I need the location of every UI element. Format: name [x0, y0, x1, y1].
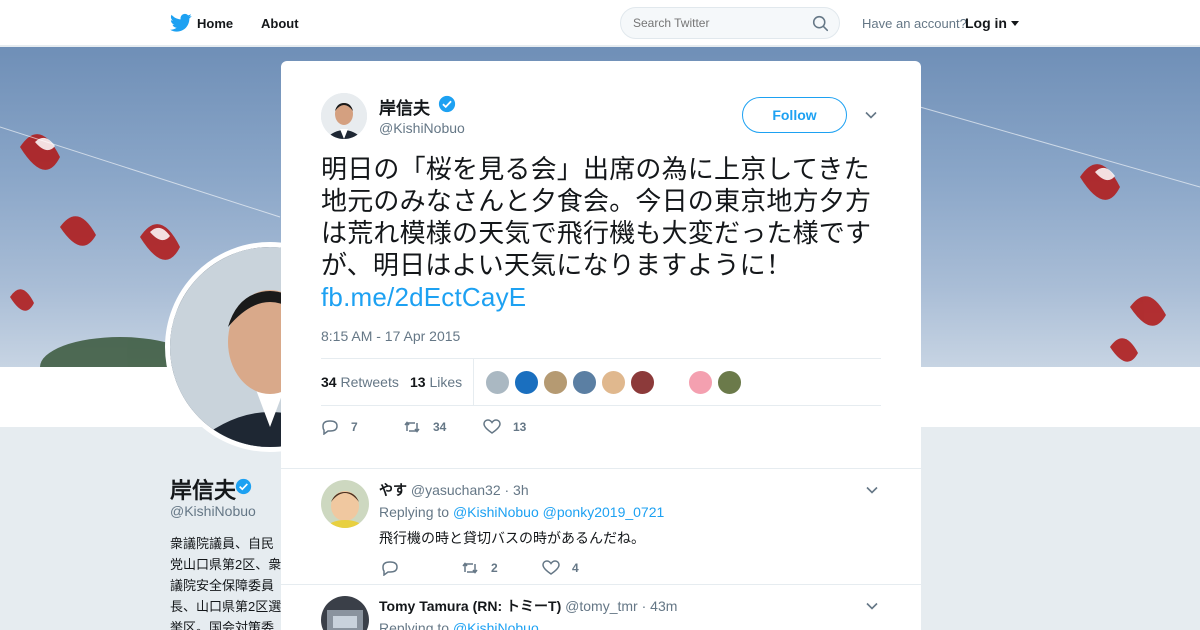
retweets-stat[interactable]: 34 Retweets	[321, 374, 399, 390]
reply-time[interactable]: · 3h	[505, 482, 529, 498]
reply-action[interactable]	[381, 558, 411, 578]
reply-author-handle[interactable]: @yasuchan32	[411, 482, 501, 498]
like-count: 4	[572, 561, 579, 575]
retweets-count[interactable]: 34	[321, 374, 337, 390]
verified-badge-icon	[235, 478, 252, 495]
retweeter-avatar[interactable]	[601, 370, 626, 395]
like-action[interactable]: 13	[483, 417, 526, 437]
search-icon[interactable]	[812, 15, 829, 32]
replying-to-label: Replying to	[379, 620, 450, 630]
author-handle[interactable]: @KishiNobuo	[379, 120, 465, 136]
follow-button[interactable]: Follow	[742, 97, 847, 133]
reply-icon[interactable]	[321, 419, 339, 435]
author-avatar[interactable]	[321, 93, 367, 139]
reply-count: 7	[351, 420, 358, 434]
reply-action[interactable]: 7	[321, 417, 358, 437]
background-profile-name: 岸信夫	[170, 478, 237, 503]
tweet-body: 明日の「桜を見る会」出席の為に上京してきた地元のみなさんと夕食会。今日の東京地方…	[321, 154, 872, 280]
retweet-icon[interactable]	[461, 560, 479, 576]
close-icon[interactable]	[1155, 13, 1177, 35]
nav-about-link[interactable]: About	[261, 16, 299, 31]
mention-link[interactable]: @KishiNobuo	[453, 620, 539, 630]
stats-divider	[473, 359, 474, 405]
search-input[interactable]	[633, 16, 803, 30]
reply-author-avatar[interactable]	[321, 596, 369, 630]
login-label[interactable]: Log in	[965, 15, 1007, 31]
mention-link[interactable]: @ponky2019_0721	[543, 504, 665, 520]
background-profile-bio: 衆議院議員、自民党山口県第2区、衆議院安全保障委員長、山口県第2区選挙区。国会対…	[170, 536, 282, 630]
retweet-count: 2	[491, 561, 498, 575]
replying-to-label: Replying to	[379, 504, 450, 520]
reply-author-name[interactable]: Tomy Tamura (RN: トミーT)	[379, 598, 561, 614]
reply-tweet[interactable]: Tomy Tamura (RN: トミーT) @tomy_tmr · 43m R…	[281, 584, 921, 630]
nav-home-link[interactable]: Home	[197, 16, 233, 31]
tweet-text: 明日の「桜を見る会」出席の為に上京してきた地元のみなさんと夕食会。今日の東京地方…	[321, 153, 881, 313]
replying-to: Replying to @KishiNobuo	[379, 620, 539, 630]
like-action[interactable]: 4	[542, 558, 579, 578]
have-account-text: Have an account?	[862, 16, 967, 31]
reply-text: 飛行機の時と貸切バスの時があるんだね。	[379, 530, 645, 546]
tweet-actions: 7 34 13	[321, 417, 621, 439]
likes-count[interactable]: 13	[410, 374, 426, 390]
retweeter-avatar[interactable]	[688, 370, 713, 395]
chevron-down-icon[interactable]	[865, 599, 879, 613]
like-count: 13	[513, 420, 527, 434]
tweet-timestamp[interactable]: 8:15 AM - 17 Apr 2015	[321, 328, 460, 344]
retweeter-avatar[interactable]	[572, 370, 597, 395]
retweet-count: 34	[433, 420, 447, 434]
verified-badge-icon	[438, 95, 456, 113]
retweeter-avatar[interactable]	[514, 370, 539, 395]
reply-actions: 2 4	[381, 558, 641, 578]
chevron-down-icon[interactable]	[864, 108, 878, 122]
retweeter-avatar[interactable]	[717, 370, 742, 395]
like-icon[interactable]	[483, 419, 501, 435]
tweet-link[interactable]: fb.me/2dEctCayE	[321, 282, 526, 312]
like-icon[interactable]	[542, 560, 560, 576]
caret-down-icon[interactable]	[1010, 21, 1019, 27]
tweet-stats: 34 Retweets 13 Likes	[321, 358, 881, 406]
retweeter-avatar[interactable]	[485, 370, 510, 395]
retweet-action[interactable]: 2	[461, 558, 498, 578]
reply-icon[interactable]	[381, 560, 399, 576]
reply-author-name[interactable]: やす	[379, 482, 407, 498]
reply-author-avatar[interactable]	[321, 480, 369, 528]
replying-to: Replying to @KishiNobuo @ponky2019_0721	[379, 504, 664, 520]
login-link[interactable]: Log in	[965, 15, 1019, 31]
reply-header: Tomy Tamura (RN: トミーT) @tomy_tmr · 43m	[379, 596, 677, 616]
search-box[interactable]	[620, 7, 840, 39]
background-profile-handle: @KishiNobuo	[170, 503, 256, 519]
retweets-label[interactable]: Retweets	[340, 374, 398, 390]
retweeter-avatar[interactable]	[630, 370, 655, 395]
retweet-icon[interactable]	[403, 419, 421, 435]
likes-stat[interactable]: 13 Likes	[410, 374, 462, 390]
reply-author-handle[interactable]: @tomy_tmr	[565, 598, 638, 614]
retweeter-avatar[interactable]	[543, 370, 568, 395]
author-name[interactable]: 岸信夫	[379, 94, 430, 119]
tweet-modal: 岸信夫 @KishiNobuo Follow 明日の「桜を見る会」出席の為に上京…	[281, 61, 921, 630]
retweet-action[interactable]: 34	[403, 417, 446, 437]
twitter-logo-icon[interactable]	[170, 13, 192, 33]
reply-header: やす @yasuchan32 · 3h	[379, 480, 529, 500]
mention-link[interactable]: @KishiNobuo	[453, 504, 539, 520]
chevron-down-icon[interactable]	[865, 483, 879, 497]
reply-tweet[interactable]: やす @yasuchan32 · 3h Replying to @KishiNo…	[281, 468, 921, 585]
likes-label[interactable]: Likes	[429, 374, 462, 390]
top-nav: Home About Have an account? Log in	[0, 0, 1200, 46]
reply-time[interactable]: · 43m	[642, 598, 678, 614]
